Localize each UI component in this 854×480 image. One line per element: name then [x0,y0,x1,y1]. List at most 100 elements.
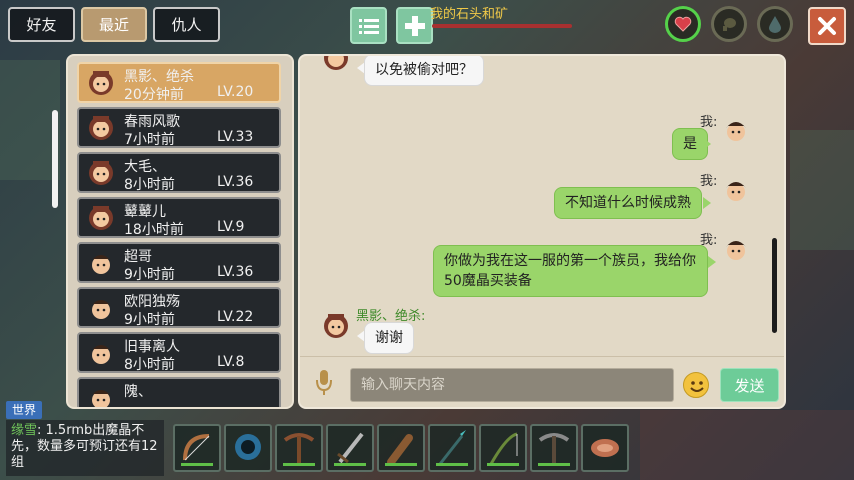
durability-bar [181,463,213,466]
me-label: 我: [700,174,718,189]
friend-level: LV.9 [217,219,245,235]
friend-row[interactable]: 旧事离人 8小时前 LV.8 [77,332,281,373]
friend-row[interactable]: 隗、 [77,377,281,407]
hotbar-slot[interactable] [428,424,476,472]
female-avatar-icon [89,161,113,185]
hotbar-slot[interactable] [377,424,425,472]
tab-recent[interactable]: 最近 [81,7,147,42]
world-chat-box[interactable]: 缘雪: 1.5rmb出魔晶不先，数量多可预订还有12组 [6,420,164,476]
add-button[interactable] [396,7,433,44]
tab-friends[interactable]: 好友 [8,7,75,42]
chat-input[interactable]: 输入聊天内容 [350,368,674,402]
friend-last-seen: 18小时前 [124,222,184,238]
microphone-icon[interactable] [314,368,334,398]
hotbar-slot[interactable] [530,424,578,472]
chat-panel: 以免被偷对吧？ 我: 是 我: 不知道什么时候成熟 我: 你做为我在这一服的第一… [298,54,786,409]
friend-list-panel: 黑影、绝杀 20分钟前 LV.20 春雨风歌 7小时前 LV.33 大毛、 8小… [66,54,294,409]
friend-level: LV.36 [217,174,254,190]
background-block [790,130,854,250]
close-icon [818,17,836,35]
friend-row[interactable]: 春雨风歌 7小时前 LV.33 [77,107,281,148]
quest-text: 我的石头和矿 [430,7,509,22]
friend-name: 春雨风歌 [124,114,180,130]
friend-level: LV.36 [217,264,254,280]
hotbar-slot[interactable] [326,424,374,472]
friend-name: 鼙鼙儿 [124,204,166,220]
hotbar-slot[interactable] [581,424,629,472]
male-avatar-icon [91,345,111,364]
hotbar-slot[interactable] [479,424,527,472]
chat-scrollbar[interactable] [772,238,777,333]
friend-last-seen: 20分钟前 [124,87,184,103]
durability-bar [487,463,519,466]
female-avatar-icon [324,314,348,338]
world-chat-tag[interactable]: 世界 [6,401,43,419]
background-block [640,410,854,480]
male-avatar-icon [91,300,111,319]
bubble-tail [708,256,716,268]
durability-bar [436,463,468,466]
friend-list-scrollbar[interactable] [52,110,58,208]
meat-icon [591,439,619,457]
heart-icon [674,16,692,32]
friend-last-seen: 7小时前 [124,132,175,148]
hotbar-slot[interactable] [275,424,323,472]
durability-bar [334,463,366,466]
male-avatar-icon [726,122,746,141]
friend-name: 旧事离人 [124,339,180,355]
friend-level: LV.33 [217,129,254,145]
hunger-indicator [711,6,747,42]
quest-progress-bar [432,24,572,28]
friend-last-seen: 9小时前 [124,267,175,283]
friend-name: 黑影、绝杀 [124,69,194,85]
friend-name: 欧阳独殇 [124,294,180,310]
female-avatar-icon [89,206,113,230]
menu-button[interactable] [350,7,387,44]
male-avatar-icon [726,182,746,201]
chat-message: 以免被偷对吧？ [364,56,484,86]
friend-last-seen: 9小时前 [124,312,175,328]
world-chat-sender: 缘雪 [11,423,38,438]
chat-message: 不知道什么时候成熟 [554,187,702,219]
friend-row[interactable]: 超哥 9小时前 LV.36 [77,242,281,283]
health-indicator [665,6,701,42]
bubble-tail [703,197,711,209]
friend-row[interactable]: 鼙鼙儿 18小时前 LV.9 [77,197,281,238]
chat-message: 你做为我在这一服的第一个族员，我给你50魔晶买装备 [433,245,708,297]
female-avatar-icon [324,56,348,70]
smiley-icon [690,381,704,392]
friend-row[interactable]: 黑影、绝杀 20分钟前 LV.20 [77,62,281,103]
durability-bar [283,463,315,466]
friend-level: LV.22 [217,309,254,325]
hotbar-slot[interactable] [224,424,272,472]
female-avatar-icon [89,71,113,95]
friend-row[interactable]: 欧阳独殇 9小时前 LV.22 [77,287,281,328]
male-avatar-icon [91,390,111,407]
tab-enemies[interactable]: 仇人 [153,7,220,42]
orb-icon [235,434,261,460]
chat-message: 谢谢 [364,322,414,354]
water-drop-icon [769,16,781,33]
friend-last-seen: 8小时前 [124,177,175,193]
emoji-icon[interactable] [683,372,709,398]
friend-level: LV.8 [217,354,245,370]
durability-bar [538,463,570,466]
chat-input-row: 输入聊天内容 发送 [300,356,784,407]
background-block [0,60,60,180]
send-button[interactable]: 发送 [720,368,779,402]
friend-name: 隗、 [124,384,152,400]
hotbar-slot[interactable] [173,424,221,472]
female-avatar-icon [89,116,113,140]
friend-name: 超哥 [124,249,152,265]
friend-row[interactable]: 大毛、 8小时前 LV.36 [77,152,281,193]
friend-level: LV.20 [217,84,254,100]
male-avatar-icon [726,241,746,260]
friend-name: 大毛、 [124,159,166,175]
drumstick-icon [723,18,736,31]
close-button[interactable] [808,7,846,45]
friend-last-seen: 8小时前 [124,357,175,373]
durability-bar [385,463,417,466]
me-label: 我: [700,115,718,130]
thirst-indicator [757,6,793,42]
list-icon [358,18,379,34]
